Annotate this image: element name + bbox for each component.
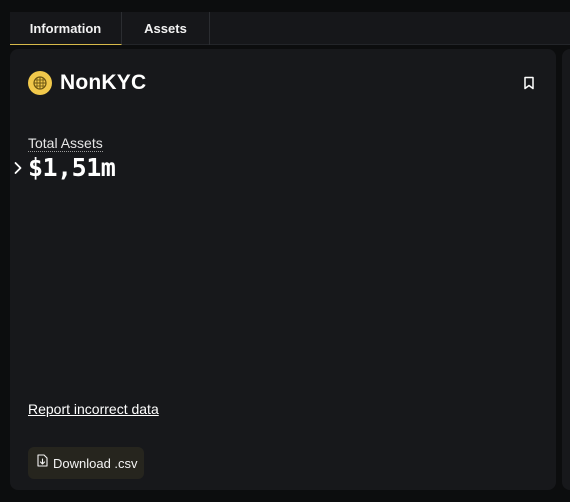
chevron-right-icon[interactable] — [13, 161, 23, 175]
download-csv-button[interactable]: Download .csv — [28, 447, 144, 479]
report-incorrect-data-link[interactable]: Report incorrect data — [28, 401, 159, 417]
total-assets-label: Total Assets — [28, 135, 103, 152]
tab-information[interactable]: Information — [10, 12, 122, 45]
total-assets-value: $1,51m — [28, 153, 116, 182]
globe-grid-icon — [28, 71, 52, 95]
adjacent-panel-edge — [562, 49, 570, 490]
title-row: NonKYC — [28, 71, 146, 95]
entity-panel: NonKYC Total Assets $1,51m Report incorr… — [10, 49, 556, 490]
bookmark-icon[interactable] — [522, 76, 536, 90]
tab-bar: Information Assets — [10, 12, 570, 45]
file-download-icon — [37, 454, 48, 472]
top-strip — [0, 0, 570, 12]
download-csv-label: Download .csv — [53, 455, 138, 471]
entity-name: NonKYC — [60, 71, 147, 94]
tab-assets[interactable]: Assets — [122, 12, 210, 45]
